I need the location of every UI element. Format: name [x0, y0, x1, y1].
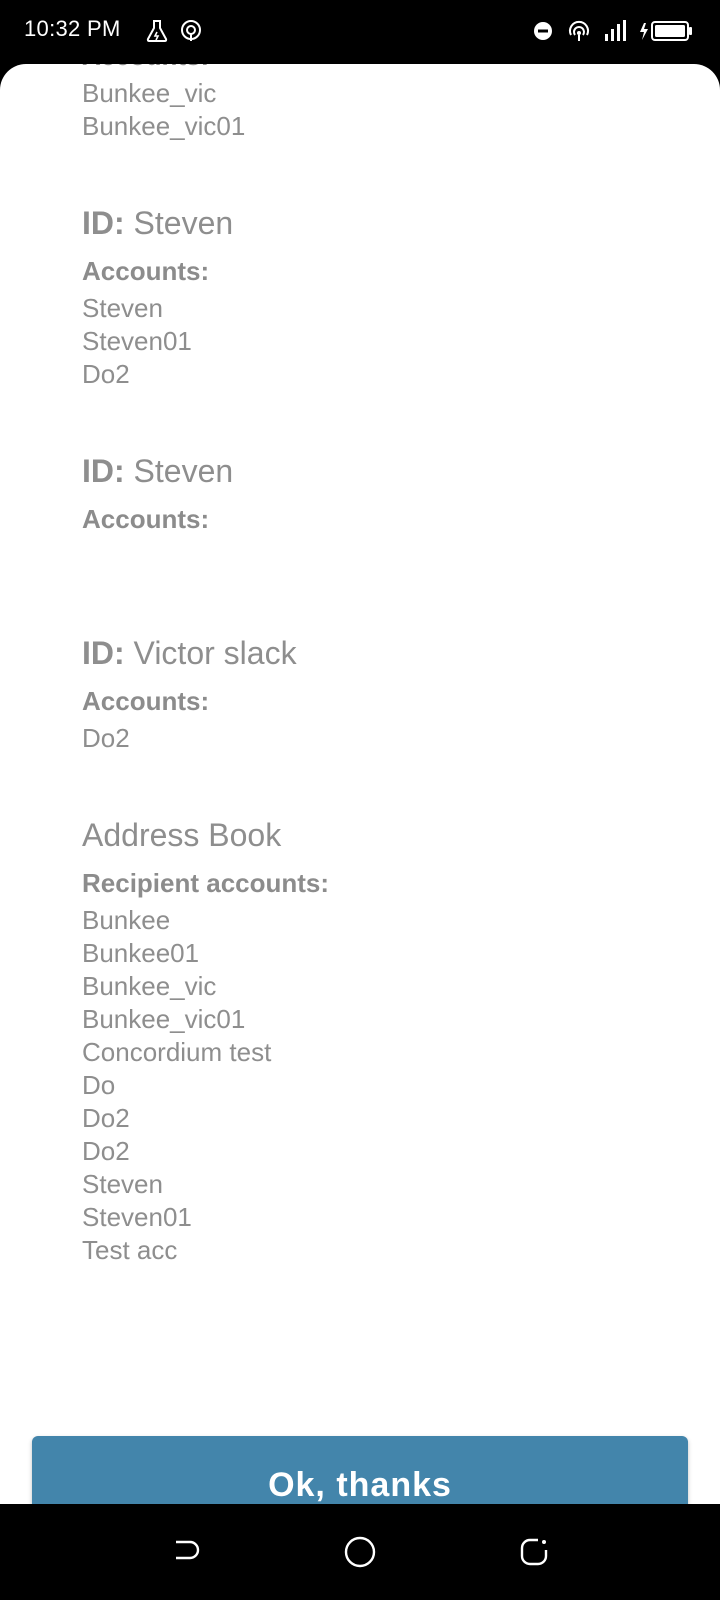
id-value: Victor slack: [133, 635, 297, 671]
dialog-sheet: Accounts: Bunkee_vic Bunkee_vic01 ID: St…: [0, 64, 720, 1504]
scroll-content[interactable]: Accounts: Bunkee_vic Bunkee_vic01 ID: St…: [82, 64, 682, 1267]
accounts-label: Accounts:: [82, 256, 210, 286]
status-bar: 10:32 PM: [0, 0, 720, 64]
recents-icon[interactable]: [516, 1534, 552, 1570]
ok-thanks-button[interactable]: Ok, thanks: [32, 1436, 688, 1504]
recipient-item: Steven: [82, 1169, 163, 1199]
account-item: Bunkee_vic01: [82, 111, 246, 141]
account-item: Steven: [82, 293, 163, 323]
recipient-item: Bunkee01: [82, 938, 200, 968]
recipient-list: Bunkee Bunkee01 Bunkee_vic Bunkee_vic01 …: [82, 904, 682, 1267]
identity-id: ID: Victor slack: [82, 633, 682, 673]
account-item: Steven01: [82, 326, 192, 356]
recipient-item: Bunkee_vic01: [82, 1004, 246, 1034]
accounts-label: Accounts:: [82, 64, 682, 73]
id-key: ID:: [82, 453, 125, 489]
id-value: Steven: [133, 205, 234, 241]
id-key: ID:: [82, 205, 125, 241]
identity-id: ID: Steven: [82, 451, 682, 491]
account-item: Do2: [82, 359, 130, 389]
recipient-item: Bunkee: [82, 905, 171, 935]
id-value: Steven: [133, 453, 234, 489]
recipient-item: Do2: [82, 1136, 130, 1166]
accounts-label: Accounts:: [82, 504, 210, 534]
account-item: Bunkee_vic: [82, 78, 217, 108]
recipient-item: Do2: [82, 1103, 130, 1133]
recipient-item: Test acc: [82, 1235, 178, 1265]
id-key: ID:: [82, 635, 125, 671]
battery-charging-icon: [640, 21, 692, 41]
back-icon[interactable]: [168, 1534, 204, 1570]
wifi-hotspot-icon: [569, 20, 589, 41]
recipient-item: Steven01: [82, 1202, 192, 1232]
flask-icon: [146, 20, 168, 42]
recipient-item: Do: [82, 1070, 116, 1100]
address-book-title: Address Book: [82, 817, 282, 853]
do-not-disturb-icon: [534, 22, 552, 40]
recipient-item: Concordium test: [82, 1037, 272, 1067]
recipient-item: Bunkee_vic: [82, 971, 217, 1001]
status-time: 10:32 PM: [24, 16, 121, 41]
navigation-bar: [0, 1504, 720, 1600]
recipient-accounts-label: Recipient accounts:: [82, 868, 330, 898]
identity-id: ID: Steven: [82, 203, 682, 243]
home-icon[interactable]: [342, 1534, 378, 1570]
accounts-label: Accounts:: [82, 686, 210, 716]
account-item: Do2: [82, 723, 130, 753]
hotspot-icon: [181, 20, 201, 41]
cell-signal-icon: [605, 20, 626, 41]
